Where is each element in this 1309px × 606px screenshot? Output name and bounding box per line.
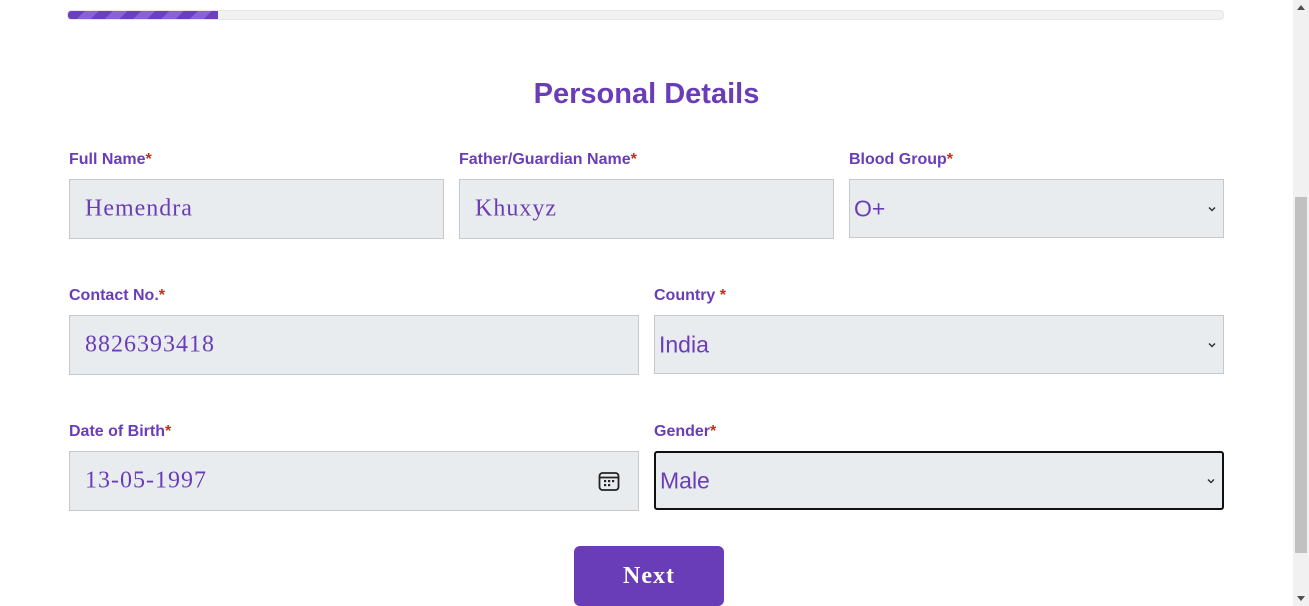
guardian-name-label: Father/Guardian Name* <box>459 151 637 169</box>
required-marker: * <box>158 287 166 304</box>
chevron-down-icon <box>1208 342 1216 348</box>
dob-input[interactable]: 13-05-1997 <box>69 451 639 511</box>
country-label-text: Country <box>654 287 720 304</box>
required-marker: * <box>719 287 727 304</box>
progress-bar <box>67 10 1224 20</box>
dob-label: Date of Birth* <box>69 423 171 441</box>
country-value: India <box>659 331 709 357</box>
full-name-label: Full Name* <box>69 151 152 169</box>
page-title: Personal Details <box>533 78 760 110</box>
guardian-name-input[interactable]: Khuxyz <box>459 179 834 239</box>
next-button[interactable]: Next <box>574 546 724 606</box>
blood-group-value: O+ <box>854 195 886 221</box>
gender-label-text: Gender <box>654 423 711 440</box>
blood-group-select[interactable]: O+ <box>849 179 1224 238</box>
country-label: Country * <box>654 287 726 305</box>
scroll-down-arrow-icon[interactable] <box>1297 596 1305 601</box>
gender-label: Gender* <box>654 423 716 441</box>
required-marker: * <box>946 151 953 168</box>
dob-value: 13-05-1997 <box>85 467 207 494</box>
scroll-up-arrow-icon[interactable] <box>1297 5 1305 10</box>
contact-value: 8826393418 <box>85 331 215 358</box>
contact-label: Contact No.* <box>69 287 165 305</box>
blood-group-label-text: Blood Group <box>849 151 947 168</box>
guardian-name-label-text: Father/Guardian Name <box>459 151 631 168</box>
blood-group-label: Blood Group* <box>849 151 953 169</box>
required-marker: * <box>145 151 152 168</box>
scrollbar-thumb[interactable] <box>1295 197 1307 553</box>
calendar-icon[interactable] <box>597 469 621 493</box>
full-name-label-text: Full Name <box>69 151 146 168</box>
chevron-down-icon <box>1208 206 1216 212</box>
required-marker: * <box>630 151 637 168</box>
full-name-input[interactable]: Hemendra <box>69 179 444 239</box>
gender-select[interactable]: Male <box>654 451 1224 510</box>
progress-bar-fill <box>68 11 219 19</box>
full-name-value: Hemendra <box>85 195 193 222</box>
required-marker: * <box>710 423 717 440</box>
contact-label-text: Contact No. <box>69 287 159 304</box>
required-marker: * <box>165 423 172 440</box>
guardian-name-value: Khuxyz <box>475 195 557 222</box>
vertical-scrollbar[interactable] <box>1293 0 1309 606</box>
contact-input[interactable]: 8826393418 <box>69 315 639 375</box>
country-select[interactable]: India <box>654 315 1224 374</box>
chevron-down-icon <box>1207 478 1215 484</box>
dob-label-text: Date of Birth <box>69 423 165 440</box>
gender-value: Male <box>660 467 710 493</box>
